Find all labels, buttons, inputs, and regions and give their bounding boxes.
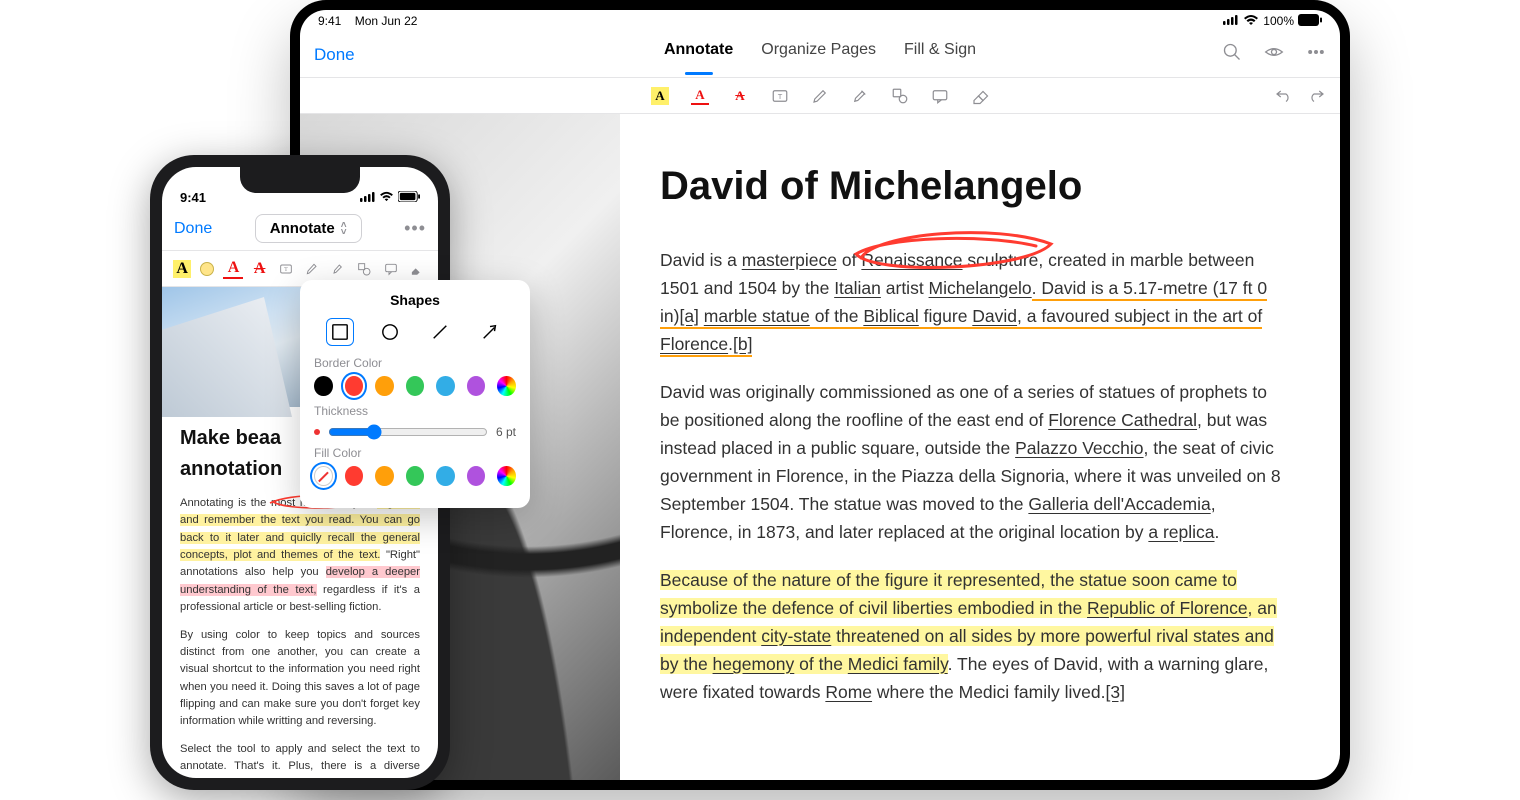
border-color-red[interactable] xyxy=(345,376,364,396)
shape-picker xyxy=(300,318,530,346)
ipad-nav: Done Annotate Organize Pages Fill & Sign xyxy=(300,32,1340,78)
border-color-purple[interactable] xyxy=(467,376,486,396)
border-color-custom[interactable] xyxy=(497,376,516,396)
fill-color-orange[interactable] xyxy=(375,466,394,486)
done-button[interactable]: Done xyxy=(174,220,212,238)
shapes-tool[interactable] xyxy=(891,87,909,105)
chevron-updown-icon: ˄˅ xyxy=(341,222,347,236)
status-date: Mon Jun 22 xyxy=(355,14,418,28)
shapes-popover: Shapes Border Color Thickness 6 pt Fill … xyxy=(300,280,530,508)
shape-rectangle[interactable] xyxy=(326,318,354,346)
paragraph-2: David was originally commissioned as one… xyxy=(660,378,1290,546)
shape-line[interactable] xyxy=(426,318,454,346)
battery-icon xyxy=(1298,14,1322,29)
wifi-icon xyxy=(379,190,394,205)
fill-color-custom[interactable] xyxy=(497,466,516,486)
thickness-slider[interactable] xyxy=(328,424,488,440)
shape-ellipse[interactable] xyxy=(376,318,404,346)
battery-label: 100% xyxy=(1263,14,1294,28)
border-color-label: Border Color xyxy=(300,356,530,370)
fill-color-green[interactable] xyxy=(406,466,425,486)
document-text[interactable]: David of Michelangelo David is a masterp… xyxy=(620,114,1340,780)
paragraph-3: Select the tool to apply and select the … xyxy=(180,741,420,778)
svg-text:T: T xyxy=(284,267,288,273)
tab-organize-pages[interactable]: Organize Pages xyxy=(761,41,876,69)
battery-icon xyxy=(398,190,420,205)
signal-icon xyxy=(1223,14,1239,28)
border-color-green[interactable] xyxy=(406,376,425,396)
shapes-tool[interactable] xyxy=(354,259,374,279)
paragraph-3: Because of the nature of the figure it r… xyxy=(660,566,1290,706)
border-color-black[interactable] xyxy=(314,376,333,396)
paragraph-1: Annotating is the most natural way to or… xyxy=(180,495,420,617)
fill-color-label: Fill Color xyxy=(300,446,530,460)
highlight-tool[interactable]: A xyxy=(651,87,669,105)
more-icon[interactable]: ••• xyxy=(404,218,426,239)
thickness-label: Thickness xyxy=(300,404,530,418)
signal-icon xyxy=(360,190,376,205)
strikethrough-tool[interactable]: A xyxy=(731,87,749,105)
view-icon[interactable] xyxy=(1264,42,1284,67)
ipad-status-bar: 9:41 Mon Jun 22 100% xyxy=(300,10,1340,32)
eraser-tool[interactable] xyxy=(407,259,427,279)
border-color-blue[interactable] xyxy=(436,376,455,396)
thickness-row: 6 pt xyxy=(300,424,530,440)
tab-fill-sign[interactable]: Fill & Sign xyxy=(904,41,976,69)
wifi-icon xyxy=(1243,14,1259,29)
paragraph-2: By using color to keep topics and source… xyxy=(180,627,420,731)
paragraph-1: David is a masterpiece of Renaissance sc… xyxy=(660,246,1290,358)
fill-color-purple[interactable] xyxy=(467,466,486,486)
pen-tool[interactable] xyxy=(811,87,829,105)
marker-tool[interactable] xyxy=(851,87,869,105)
mode-label: Annotate xyxy=(270,220,335,237)
border-color-row xyxy=(300,376,530,396)
iphone-nav: Done Annotate ˄˅ ••• xyxy=(162,207,438,251)
ipad-tabs: Annotate Organize Pages Fill & Sign xyxy=(664,41,976,69)
highlight-tool[interactable]: A xyxy=(173,260,191,278)
article-title: David of Michelangelo xyxy=(660,154,1290,218)
status-time: 9:41 xyxy=(180,190,206,205)
fill-color-none[interactable] xyxy=(314,466,333,486)
fill-color-blue[interactable] xyxy=(436,466,455,486)
tab-annotate[interactable]: Annotate xyxy=(664,41,733,69)
textbox-tool[interactable]: T xyxy=(771,87,789,105)
underline-tool[interactable]: A xyxy=(223,259,243,279)
fill-color-row xyxy=(300,466,530,486)
pen-tool[interactable] xyxy=(302,259,322,279)
popover-title: Shapes xyxy=(300,292,530,308)
more-icon[interactable] xyxy=(1306,42,1326,67)
fill-color-red[interactable] xyxy=(345,466,364,486)
eraser-tool[interactable] xyxy=(971,87,989,105)
done-button[interactable]: Done xyxy=(314,45,355,65)
strikethrough-tool[interactable]: A xyxy=(250,259,270,279)
status-time: 9:41 xyxy=(318,14,341,28)
redo-button[interactable] xyxy=(1308,85,1326,106)
border-color-orange[interactable] xyxy=(375,376,394,396)
ipad-annotate-toolbar: A A A T xyxy=(300,78,1340,114)
thickness-preview-dot xyxy=(314,429,320,435)
svg-text:T: T xyxy=(778,92,783,101)
textbox-tool[interactable]: T xyxy=(276,259,296,279)
comment-tool[interactable] xyxy=(931,87,949,105)
thickness-value: 6 pt xyxy=(496,425,516,439)
shape-arrow[interactable] xyxy=(476,318,504,346)
search-icon[interactable] xyxy=(1222,42,1242,67)
iphone-notch xyxy=(240,167,360,193)
highlight-color-tool[interactable] xyxy=(197,259,217,279)
mode-selector[interactable]: Annotate ˄˅ xyxy=(255,214,362,243)
undo-button[interactable] xyxy=(1274,85,1292,106)
underline-tool[interactable]: A xyxy=(691,87,709,105)
marker-tool[interactable] xyxy=(328,259,348,279)
comment-tool[interactable] xyxy=(381,259,401,279)
